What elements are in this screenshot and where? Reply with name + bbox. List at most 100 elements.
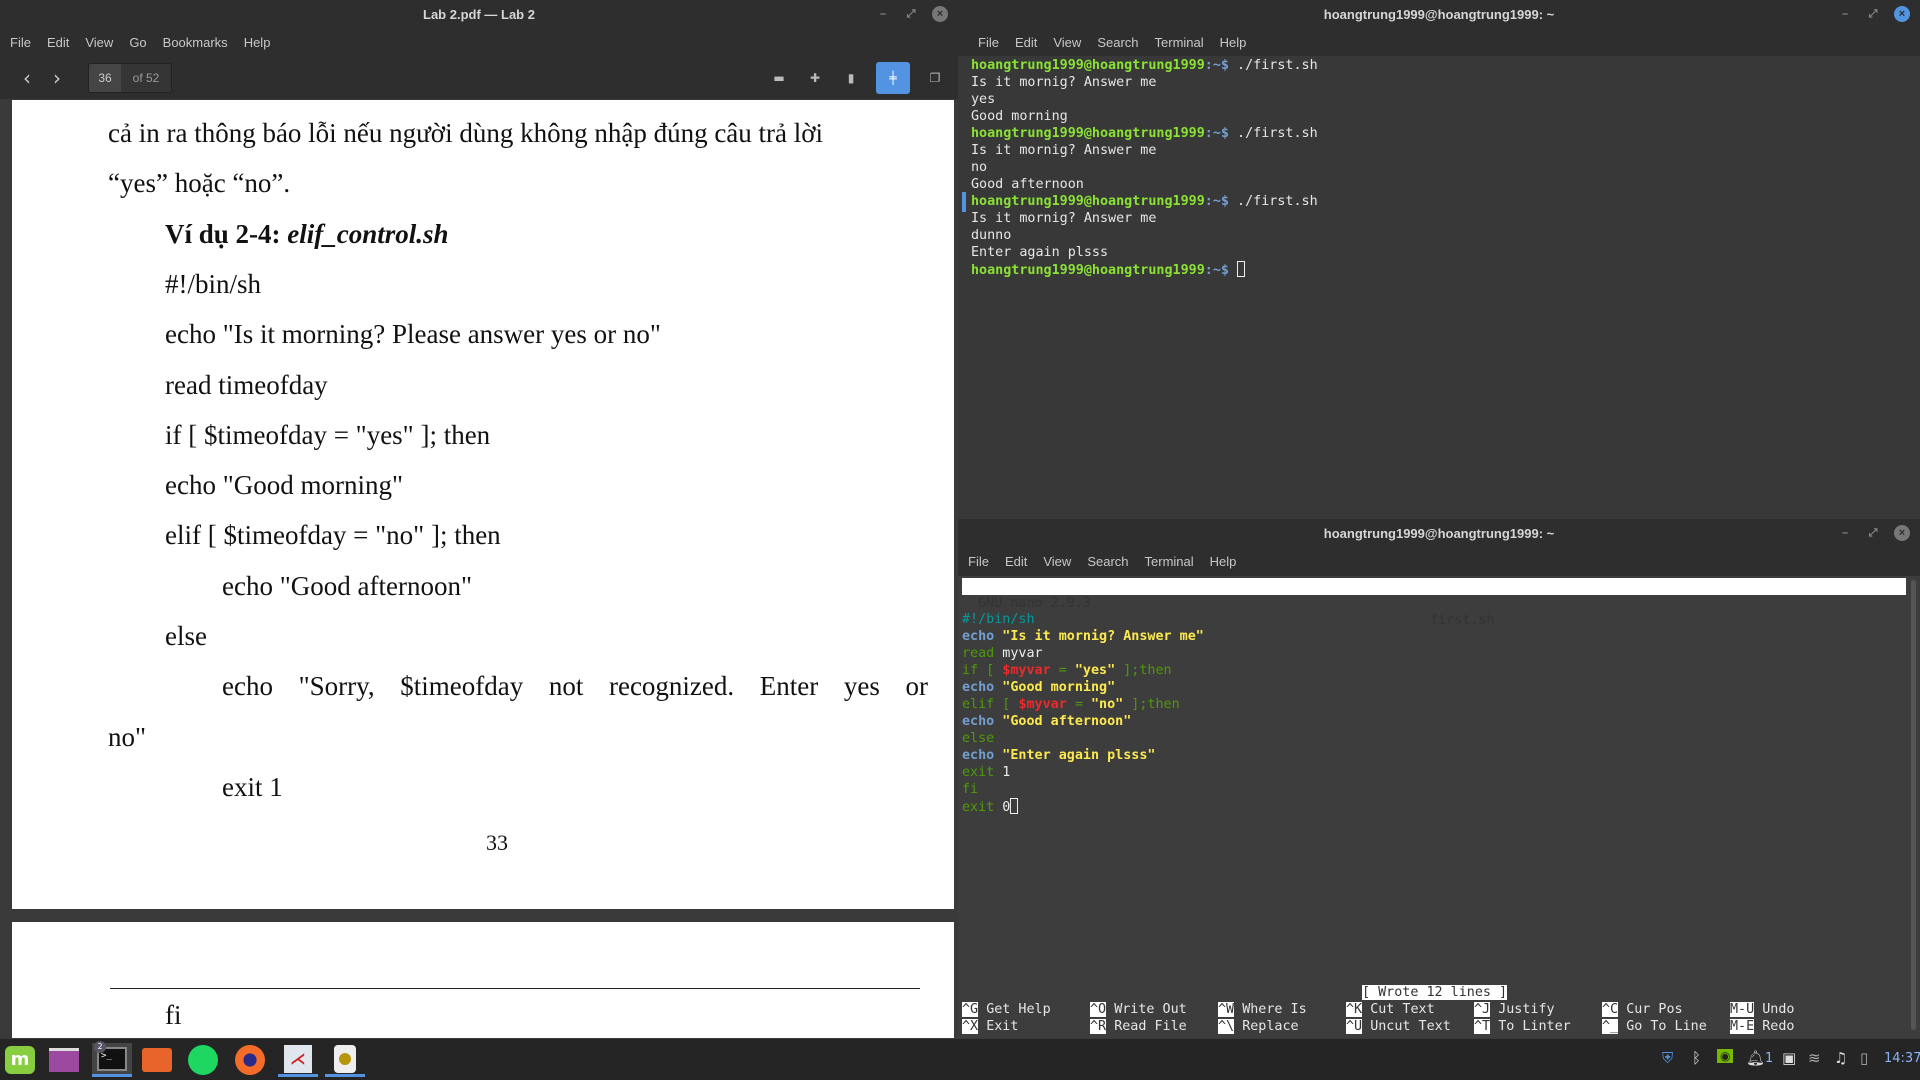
code-token: myvar [994,646,1043,661]
shortcut-label: Redo [1762,1019,1795,1034]
terminal-line: Good morning [971,108,1318,125]
menu-view[interactable]: View [1053,35,1081,50]
pdf-line-text: cả in ra thông báo lỗi nếu người dùng kh… [108,118,824,148]
clock[interactable]: 14:37 [1884,1051,1920,1066]
menu-go[interactable]: Go [129,35,146,50]
scrollbar[interactable] [1911,580,1916,1030]
music-note-icon[interactable]: ♫ [1834,1049,1847,1067]
disk-icon[interactable]: ▣ [1782,1049,1796,1067]
menu-edit[interactable]: Edit [47,35,69,50]
menu-terminal[interactable]: Terminal [1155,35,1204,50]
pdf-reader-icon[interactable]: ⋌ [278,1043,318,1077]
nano-shortcut[interactable]: ^X Exit [962,1019,1018,1034]
close-button[interactable]: × [1894,525,1910,541]
files-icon[interactable] [140,1043,174,1077]
menu-search[interactable]: Search [1087,554,1128,569]
nano-shortcut[interactable]: ^W Where Is [1218,1002,1307,1017]
nano-shortcut[interactable]: ^J Justify [1474,1002,1555,1017]
continuous-mode-icon[interactable]: ╪ [876,62,910,94]
pdf-text-line: else [165,621,207,652]
line-text: ./first.sh [1228,194,1318,209]
prev-page-button[interactable]: ‹ [12,66,42,90]
notifications-count: 1 [1765,1051,1774,1066]
pdf-line-text: echo "Sorry, $timeofday not recognized. … [222,671,928,702]
code-token: #!/bin/sh [962,612,1035,627]
mint-menu-icon[interactable]: m [3,1043,37,1077]
shortcut-label: Go To Line [1626,1019,1707,1034]
notifications-icon[interactable]: 🔔︎ [1746,1049,1765,1067]
bluetooth-icon[interactable]: ᛒ [1692,1049,1701,1067]
zoom-in-icon[interactable]: ✚ [804,67,826,89]
menu-file[interactable]: File [968,554,989,569]
menu-file[interactable]: File [10,35,31,50]
menu-terminal[interactable]: Terminal [1145,554,1194,569]
music-player-icon[interactable] [325,1043,365,1077]
battery-icon[interactable]: ▯ [1860,1049,1868,1067]
zoom-out-icon[interactable]: ▬ [768,67,790,89]
menu-help[interactable]: Help [1220,35,1247,50]
nano-shortcut[interactable]: ^U Uncut Text [1346,1019,1451,1034]
line-text [1229,263,1237,278]
menu-help[interactable]: Help [244,35,271,50]
nano-shortcut[interactable]: M-U Undo [1730,1002,1795,1017]
minimize-button[interactable]: – [876,8,890,20]
code-token: 1 [994,765,1011,780]
shortcut-key: ^O [1090,1002,1107,1017]
prompt-user: hoangtrung1999@hoangtrung1999 [971,194,1205,209]
nano-shortcut[interactable]: ^O Write Out [1090,1002,1187,1017]
menu-view[interactable]: View [85,35,113,50]
menu-file[interactable]: File [978,35,999,50]
minimize-button[interactable]: – [1838,527,1852,539]
code-token: $myvar [1002,663,1051,678]
nvidia-icon[interactable]: ◉ [1717,1049,1734,1063]
fit-page-icon[interactable]: ▮ [840,67,862,89]
update-shield-icon[interactable]: ⛨ [1662,1049,1673,1067]
nano-code[interactable]: #!/bin/sh echo "Is it mornig? Answer me" r… [962,611,1204,816]
minimize-button[interactable]: – [1838,8,1852,20]
close-button[interactable]: × [1894,6,1910,22]
maximize-button[interactable]: ⤢ [904,8,918,21]
nano-shortcut[interactable]: ^\ Replace [1218,1019,1299,1034]
nano-shortcut[interactable]: ^_ Go To Line [1602,1019,1707,1034]
nano-shortcut[interactable]: M-E Redo [1730,1019,1795,1034]
terminal-taskbar-icon[interactable]: >_ 2 [92,1041,132,1077]
terminal-line: Is it mornig? Answer me [971,74,1318,91]
next-page-text: fi [165,1000,182,1030]
firefox-icon[interactable] [233,1043,267,1077]
nano-shortcut[interactable]: ^K Cut Text [1346,1002,1435,1017]
close-button[interactable]: × [932,6,948,22]
maximize-button[interactable]: ⤢ [1866,8,1880,21]
menu-edit[interactable]: Edit [1005,554,1027,569]
menu-view[interactable]: View [1043,554,1071,569]
maximize-button[interactable]: ⤢ [1866,527,1880,540]
shortcut-label: Replace [1242,1019,1299,1034]
show-desktop-icon[interactable] [47,1043,81,1077]
terminal-line: hoangtrung1999@hoangtrung1999:~$ [971,261,1318,279]
nano-shortcut[interactable]: ^G Get Help [962,1002,1051,1017]
menu-help[interactable]: Help [1210,554,1237,569]
page-number-input[interactable]: 36 [89,63,121,92]
line-text: Is it mornig? Answer me [971,143,1157,158]
terminal-line: no [971,159,1318,176]
pdf-text-line: echo "Good afternoon" [222,571,472,602]
spotify-icon[interactable] [186,1043,220,1077]
code-token: ];then [1123,697,1180,712]
pdf-text-line: no" [108,722,146,753]
shortcut-key: ^\ [1218,1019,1235,1034]
code-line: elif [ $myvar = "no" ];then [962,696,1204,713]
nano-shortcut[interactable]: ^R Read File [1090,1019,1187,1034]
terminal-output[interactable]: hoangtrung1999@hoangtrung1999:~$ ./first… [958,56,1920,519]
menu-bookmarks[interactable]: Bookmarks [163,35,228,50]
pdf-line-text: read timeofday [165,369,328,400]
dual-page-icon[interactable]: ❐ [924,67,946,89]
menu-search[interactable]: Search [1097,35,1138,50]
terminal-line: dunno [971,227,1318,244]
next-page-button[interactable]: › [42,66,72,90]
wifi-icon[interactable]: ≋ [1808,1049,1821,1067]
terminal-menubar: File Edit View Search Terminal Help [958,547,1920,575]
nano-shortcut[interactable]: ^T To Linter [1474,1019,1571,1034]
code-token: 0 [994,800,1011,815]
code-token: echo [962,748,995,763]
menu-edit[interactable]: Edit [1015,35,1037,50]
nano-shortcut[interactable]: ^C Cur Pos [1602,1002,1683,1017]
